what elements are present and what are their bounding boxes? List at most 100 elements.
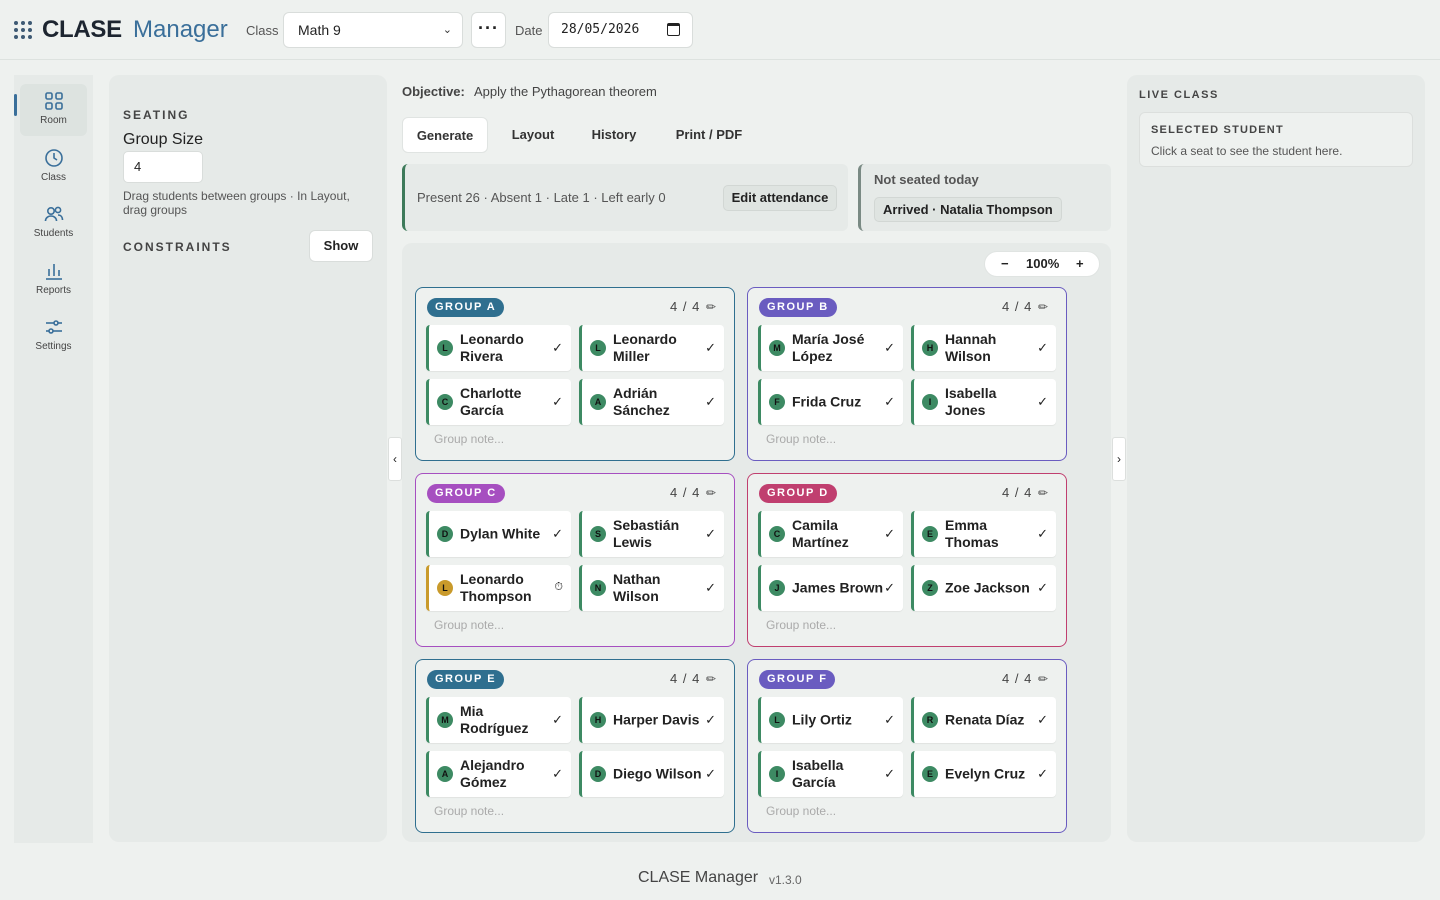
- checkmark-icon[interactable]: ✓: [552, 712, 563, 728]
- edit-icon[interactable]: ✏: [1038, 300, 1048, 314]
- student-seat-card[interactable]: H Hannah Wilson ✓: [911, 325, 1056, 371]
- student-seat-card[interactable]: N Nathan Wilson ✓: [579, 565, 724, 611]
- checkmark-icon[interactable]: ✓: [705, 526, 716, 542]
- group-card[interactable]: GROUP D 4 / 4 ✏ Group note... C Camila Martín…: [747, 473, 1067, 647]
- grid-icon: [44, 92, 63, 110]
- student-seat-card[interactable]: M Mia Rodríguez ✓: [426, 697, 571, 743]
- group-note-input[interactable]: Group note...: [766, 618, 836, 632]
- student-seat-card[interactable]: F Frida Cruz ✓: [758, 379, 903, 425]
- tab-history[interactable]: History: [579, 117, 649, 153]
- student-seat-card[interactable]: A Alejandro Gómez ✓: [426, 751, 571, 797]
- student-seat-card[interactable]: E Emma Thomas ✓: [911, 511, 1056, 557]
- student-seat-card[interactable]: L Leonardo Miller ✓: [579, 325, 724, 371]
- checkmark-icon[interactable]: ✓: [884, 340, 895, 356]
- late-clock-icon[interactable]: ⏱: [554, 581, 563, 594]
- student-seat-card[interactable]: D Diego Wilson ✓: [579, 751, 724, 797]
- avatar: M: [437, 712, 453, 728]
- checkmark-icon[interactable]: ✓: [705, 580, 716, 596]
- collapse-left-handle[interactable]: ‹: [388, 437, 402, 481]
- show-constraints-button[interactable]: Show: [309, 230, 373, 262]
- checkmark-icon[interactable]: ✓: [1037, 526, 1048, 542]
- student-seat-card[interactable]: M María José López ✓: [758, 325, 903, 371]
- checkmark-icon[interactable]: ✓: [552, 394, 563, 410]
- checkmark-icon[interactable]: ✓: [705, 340, 716, 356]
- tab-generate[interactable]: Generate: [402, 117, 488, 153]
- student-seat-card[interactable]: E Evelyn Cruz ✓: [911, 751, 1056, 797]
- checkmark-icon[interactable]: ✓: [552, 766, 563, 782]
- group-card[interactable]: GROUP C4 / 4 ✏ Group note... D Dylan White ✓ S…: [415, 473, 735, 647]
- nav-item-settings[interactable]: Settings: [20, 310, 87, 362]
- more-options-button[interactable]: ···: [471, 12, 506, 48]
- zoom-out-button[interactable]: −: [1001, 256, 1009, 271]
- checkmark-icon[interactable]: ✓: [884, 394, 895, 410]
- class-select[interactable]: Math 9 ⌄: [283, 12, 463, 48]
- student-seat-card[interactable]: C Charlotte García ✓: [426, 379, 571, 425]
- nav-item-class[interactable]: Class: [20, 141, 87, 193]
- student-seat-card[interactable]: C Camila Martínez ✓: [758, 511, 903, 557]
- edit-icon[interactable]: ✏: [706, 486, 716, 500]
- edit-icon[interactable]: ✏: [706, 672, 716, 686]
- nav-item-students[interactable]: Students: [20, 197, 87, 249]
- checkmark-icon[interactable]: ✓: [1037, 340, 1048, 356]
- checkmark-icon[interactable]: ✓: [884, 580, 895, 596]
- checkmark-icon[interactable]: ✓: [705, 394, 716, 410]
- checkmark-icon[interactable]: ✓: [884, 766, 895, 782]
- student-seat-card[interactable]: A Adrián Sánchez ✓: [579, 379, 724, 425]
- student-seat-card[interactable]: L Leonardo Thompson ⏱: [426, 565, 571, 611]
- nav-item-reports[interactable]: Reports: [20, 254, 87, 306]
- student-name: Charlotte García: [460, 385, 522, 418]
- student-seat-card[interactable]: J James Brown ✓: [758, 565, 903, 611]
- group-note-input[interactable]: Group note...: [766, 804, 836, 818]
- group-card[interactable]: GROUP F 4 / 4 ✏ Group note... L Lily Ortiz ✓ R R…: [747, 659, 1067, 833]
- group-note-input[interactable]: Group note...: [434, 804, 504, 818]
- student-seat-card[interactable]: I Isabella Jones ✓: [911, 379, 1056, 425]
- checkmark-icon[interactable]: ✓: [884, 526, 895, 542]
- student-name: Sebastián Lewis: [613, 517, 680, 550]
- checkmark-icon[interactable]: ✓: [1037, 712, 1048, 728]
- group-note-input[interactable]: Group note...: [434, 432, 504, 446]
- calendar-icon[interactable]: [667, 23, 680, 36]
- group-card[interactable]: GROUP A 4 / 4 ✏ Group note... L Leonardo Rive…: [415, 287, 735, 461]
- student-seat-card[interactable]: I Isabella García ✓: [758, 751, 903, 797]
- checkmark-icon[interactable]: ✓: [1037, 394, 1048, 410]
- student-seat-card[interactable]: R Renata Díaz ✓: [911, 697, 1056, 743]
- selected-student-label: SELECTED STUDENT: [1151, 124, 1284, 136]
- checkmark-icon[interactable]: ✓: [1037, 766, 1048, 782]
- checkmark-icon[interactable]: ✓: [1037, 580, 1048, 596]
- avatar: H: [590, 712, 606, 728]
- group-size-label: Group Size: [123, 131, 204, 148]
- tab-layout[interactable]: Layout: [499, 117, 567, 153]
- group-card[interactable]: GROUP E 4 / 4 ✏ Group note... M Mia Rodríguez…: [415, 659, 735, 833]
- checkmark-icon[interactable]: ✓: [705, 766, 716, 782]
- edit-attendance-button[interactable]: Edit attendance: [723, 185, 837, 211]
- student-seat-card[interactable]: H Harper Davis ✓: [579, 697, 724, 743]
- student-seat-card[interactable]: Z Zoe Jackson ✓: [911, 565, 1056, 611]
- edit-icon[interactable]: ✏: [1038, 672, 1048, 686]
- student-seat-card[interactable]: L Lily Ortiz ✓: [758, 697, 903, 743]
- collapse-right-handle[interactable]: ›: [1112, 437, 1126, 481]
- student-seat-card[interactable]: S Sebastián Lewis ✓: [579, 511, 724, 557]
- avatar: J: [769, 580, 785, 596]
- student-name: Camila Martínez: [792, 517, 849, 550]
- group-card[interactable]: GROUP B 4 / 4 ✏ Group note... M María José Ló…: [747, 287, 1067, 461]
- edit-icon[interactable]: ✏: [706, 300, 716, 314]
- tab-print-pdf[interactable]: Print / PDF: [664, 117, 754, 153]
- zoom-in-button[interactable]: +: [1076, 256, 1084, 271]
- nav-item-room[interactable]: Room: [14, 84, 87, 136]
- checkmark-icon[interactable]: ✓: [884, 712, 895, 728]
- student-seat-card[interactable]: D Dylan White ✓: [426, 511, 571, 557]
- date-input[interactable]: 28/05/2026: [548, 12, 693, 48]
- date-label: Date: [515, 23, 543, 38]
- checkmark-icon[interactable]: ✓: [552, 340, 563, 356]
- group-note-input[interactable]: Group note...: [434, 618, 504, 632]
- student-name: Isabella García: [792, 757, 844, 790]
- nav-label: Students: [33, 228, 74, 239]
- group-note-input[interactable]: Group note...: [766, 432, 836, 446]
- unseated-student-chip[interactable]: Arrived · Natalia Thompson: [874, 197, 1062, 222]
- student-seat-card[interactable]: L Leonardo Rivera ✓: [426, 325, 571, 371]
- group-size-input[interactable]: 4: [123, 151, 203, 183]
- checkmark-icon[interactable]: ✓: [552, 526, 563, 542]
- checkmark-icon[interactable]: ✓: [705, 712, 716, 728]
- avatar: D: [590, 766, 606, 782]
- edit-icon[interactable]: ✏: [1038, 486, 1048, 500]
